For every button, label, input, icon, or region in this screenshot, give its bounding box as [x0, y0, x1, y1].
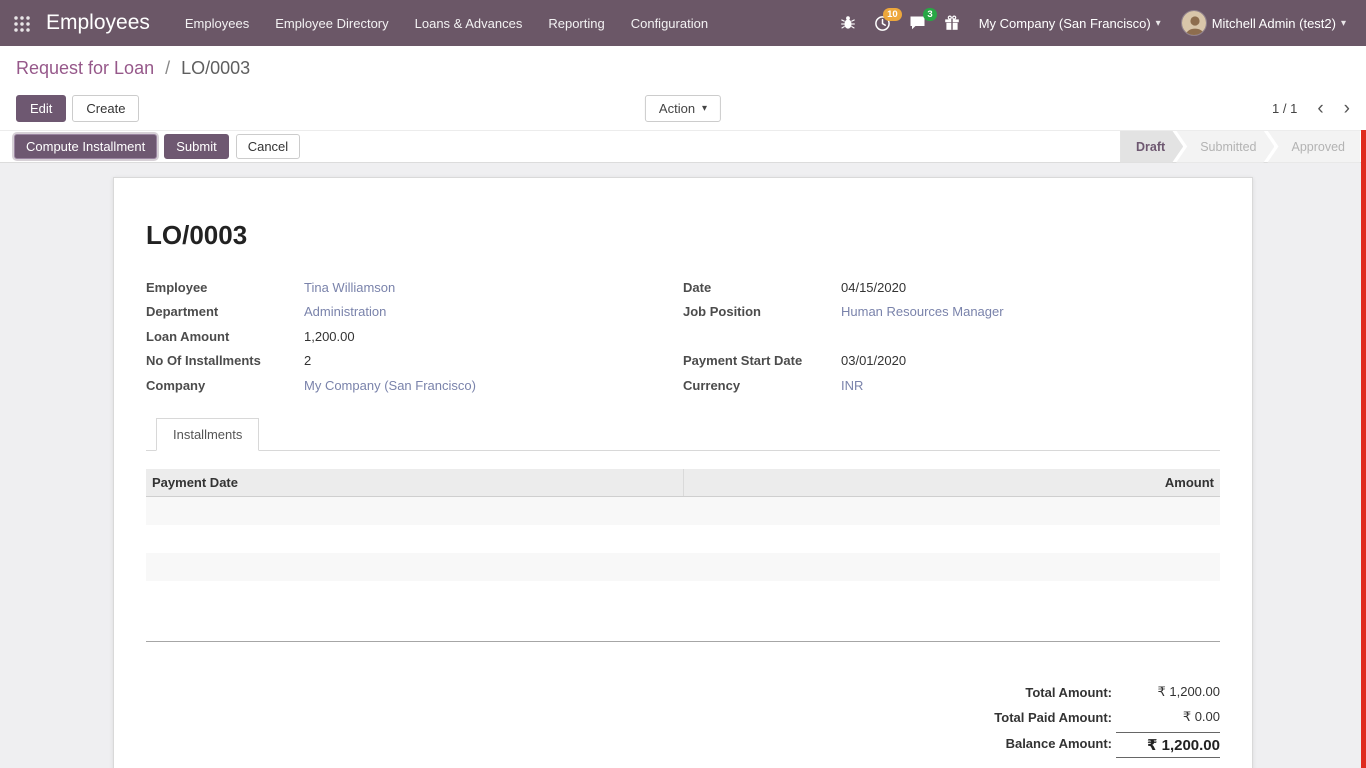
field-value-currency[interactable]: INR [841, 378, 863, 393]
column-header-payment-date[interactable]: Payment Date [146, 469, 683, 496]
total-paid-label: Total Paid Amount: [994, 710, 1112, 725]
chevron-down-icon: ▾ [702, 103, 707, 114]
field-label-currency: Currency [683, 378, 841, 393]
submit-button[interactable]: Submit [164, 134, 228, 159]
breadcrumb: Request for Loan / LO/0003 [0, 46, 1366, 86]
form-sheet: LO/0003 Employee Tina Williamson Departm… [113, 177, 1253, 768]
status-submitted[interactable]: Submitted [1176, 131, 1274, 163]
table-body [146, 497, 1220, 609]
balance-amount-value: ₹ 1,200.00 [1116, 732, 1220, 758]
cancel-button[interactable]: Cancel [236, 134, 300, 159]
app-name[interactable]: Employees [46, 11, 150, 35]
status-draft[interactable]: Draft [1120, 131, 1183, 163]
breadcrumb-current: LO/0003 [181, 58, 250, 78]
field-column-left: Employee Tina Williamson Department Admi… [146, 275, 683, 398]
field-value-installments: 2 [304, 353, 311, 368]
field-label-date: Date [683, 280, 841, 295]
pager-count: 1 / 1 [1272, 101, 1297, 116]
bug-icon [840, 15, 856, 31]
total-amount-value: ₹ 1,200.00 [1116, 684, 1220, 700]
user-name: Mitchell Admin (test2) [1212, 16, 1336, 31]
field-label-loan-amount: Loan Amount [146, 329, 304, 344]
total-paid-value: ₹ 0.00 [1116, 709, 1220, 725]
field-label-employee: Employee [146, 280, 304, 295]
field-label-company: Company [146, 378, 304, 393]
apps-grid-icon [13, 15, 30, 32]
control-row: Edit Create Action ▾ 1 / 1 ‹ › [0, 86, 1366, 130]
activities-button[interactable]: 10 [865, 0, 900, 46]
field-value-loan-amount: 1,200.00 [304, 329, 355, 344]
pager-previous-button[interactable]: ‹ [1317, 99, 1323, 118]
edit-button[interactable]: Edit [16, 95, 66, 122]
field-value-payment-start-date: 03/01/2020 [841, 353, 906, 368]
table-empty-row [146, 581, 1220, 609]
table-empty-row [146, 497, 1220, 525]
table-empty-row [146, 525, 1220, 553]
table-footer-divider [146, 609, 1220, 642]
installments-table: Payment Date Amount [146, 469, 1220, 642]
chevron-down-icon: ▾ [1341, 18, 1346, 29]
status-approved[interactable]: Approved [1267, 131, 1360, 163]
chevron-down-icon: ▾ [1156, 18, 1161, 29]
breadcrumb-parent[interactable]: Request for Loan [16, 58, 154, 78]
company-switcher[interactable]: My Company (San Francisco) ▾ [969, 0, 1171, 46]
field-value-employee[interactable]: Tina Williamson [304, 280, 395, 295]
table-header: Payment Date Amount [146, 469, 1220, 497]
create-button[interactable]: Create [72, 95, 139, 122]
control-panel: Request for Loan / LO/0003 Edit Create A… [0, 46, 1366, 130]
avatar [1181, 10, 1207, 36]
messages-button[interactable]: 3 [900, 0, 935, 46]
pager: 1 / 1 ‹ › [1272, 99, 1350, 118]
systray: 10 3 My Company (San Fran [831, 0, 1356, 46]
compute-installment-button[interactable]: Compute Installment [14, 134, 157, 159]
field-value-date: 04/15/2020 [841, 280, 906, 295]
field-value-job-position[interactable]: Human Resources Manager [841, 304, 1004, 319]
field-label-job-position: Job Position [683, 304, 841, 319]
field-label-installments: No Of Installments [146, 353, 304, 368]
record-title: LO/0003 [146, 220, 1220, 251]
field-label-department: Department [146, 304, 304, 319]
column-header-amount[interactable]: Amount [683, 469, 1220, 496]
top-navbar: Employees Employees Employee Directory L… [0, 0, 1366, 46]
field-label-payment-start-date: Payment Start Date [683, 353, 841, 368]
content-area: LO/0003 Employee Tina Williamson Departm… [0, 163, 1366, 768]
gift-icon [944, 15, 960, 31]
menu-employees[interactable]: Employees [172, 0, 262, 46]
status-pipeline: Draft Submitted Approved [1120, 131, 1360, 163]
menu-employee-directory[interactable]: Employee Directory [262, 0, 401, 46]
table-empty-row [146, 553, 1220, 581]
right-edge-strip [1361, 130, 1366, 768]
field-grid: Employee Tina Williamson Department Admi… [146, 275, 1220, 398]
pager-next-button[interactable]: › [1344, 99, 1350, 118]
rewards-button[interactable] [935, 0, 969, 46]
field-column-right: Date 04/15/2020 Job Position Human Resou… [683, 275, 1220, 398]
company-name: My Company (San Francisco) [979, 16, 1151, 31]
total-amount-label: Total Amount: [1025, 685, 1112, 700]
tab-installments[interactable]: Installments [156, 418, 259, 451]
totals-block: Total Amount: ₹ 1,200.00 Total Paid Amou… [146, 680, 1220, 758]
balance-amount-label: Balance Amount: [1006, 736, 1112, 751]
apps-menu-button[interactable] [0, 0, 42, 46]
main-menu: Employees Employee Directory Loans & Adv… [172, 0, 721, 46]
menu-configuration[interactable]: Configuration [618, 0, 721, 46]
field-value-department[interactable]: Administration [304, 304, 386, 319]
field-value-company[interactable]: My Company (San Francisco) [304, 378, 476, 393]
user-menu[interactable]: Mitchell Admin (test2) ▾ [1171, 0, 1356, 46]
breadcrumb-separator: / [165, 58, 170, 78]
debug-button[interactable] [831, 0, 865, 46]
statusbar: Compute Installment Submit Cancel Draft … [0, 130, 1366, 163]
action-label: Action [659, 101, 695, 116]
menu-reporting[interactable]: Reporting [535, 0, 617, 46]
action-dropdown-button[interactable]: Action ▾ [645, 95, 721, 122]
notebook-tabs: Installments [146, 418, 1220, 451]
field-row-spacer [683, 324, 1220, 349]
menu-loans-advances[interactable]: Loans & Advances [402, 0, 536, 46]
